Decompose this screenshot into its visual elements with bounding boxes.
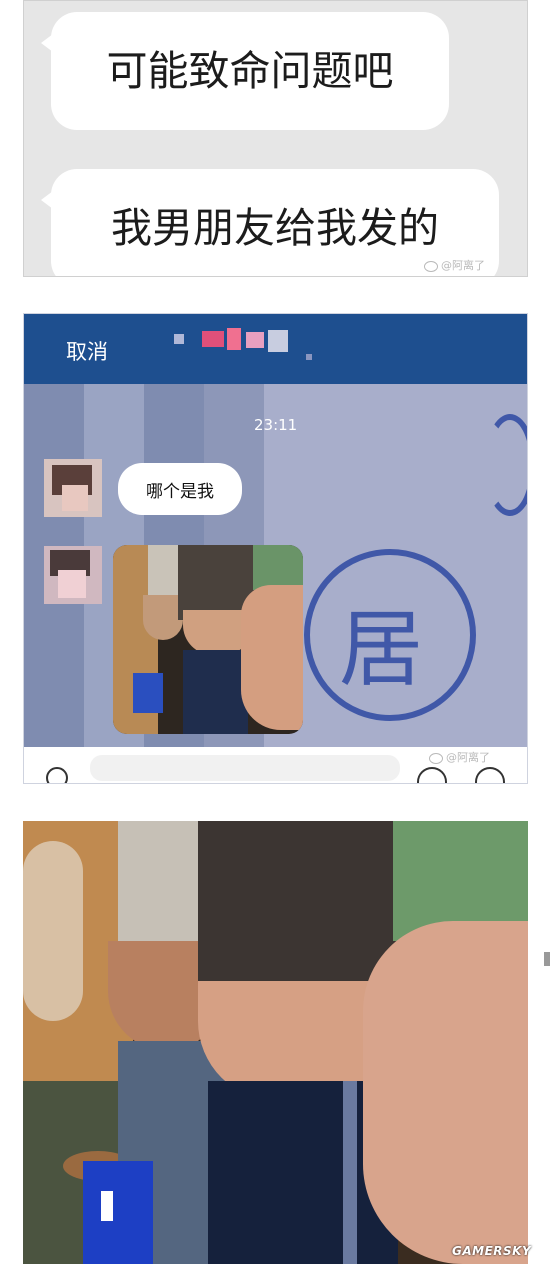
chat-bubble: 可能致命问题吧: [41, 12, 449, 130]
weibo-watermark: @阿离了: [424, 257, 485, 273]
avatar[interactable]: [44, 459, 102, 517]
photo-panel: [23, 821, 528, 1264]
chat-screenshot-middle: 取消 23:11 哪个是我 居 @阿离了: [23, 313, 528, 784]
message-timestamp: 23:11: [254, 416, 298, 434]
chat-screenshot-top: 可能致命问题吧 我男朋友给我发的 @阿离了: [23, 0, 528, 277]
chat-header: 取消: [24, 314, 527, 384]
weibo-icon: [429, 752, 443, 764]
cancel-button[interactable]: 取消: [66, 336, 108, 366]
image-message[interactable]: [113, 545, 303, 734]
weibo-icon: [424, 260, 438, 272]
message-input[interactable]: [90, 755, 400, 781]
message-text: 哪个是我: [146, 481, 214, 502]
message-bubble[interactable]: 哪个是我: [118, 463, 242, 515]
site-watermark: GAMERSKY: [452, 1244, 532, 1258]
bubble-text: 可能致命问题吧: [106, 46, 394, 95]
avatar[interactable]: [44, 546, 102, 604]
input-bar: @阿离了: [24, 747, 527, 783]
scrollbar[interactable]: [544, 952, 550, 966]
voice-icon[interactable]: [46, 767, 68, 783]
seal-character: 居: [339, 600, 424, 698]
emoji-icon[interactable]: [417, 767, 447, 783]
weibo-watermark: @阿离了: [429, 749, 490, 765]
bubble-text: 我男朋友给我发的: [111, 203, 439, 252]
add-icon[interactable]: [475, 767, 505, 783]
